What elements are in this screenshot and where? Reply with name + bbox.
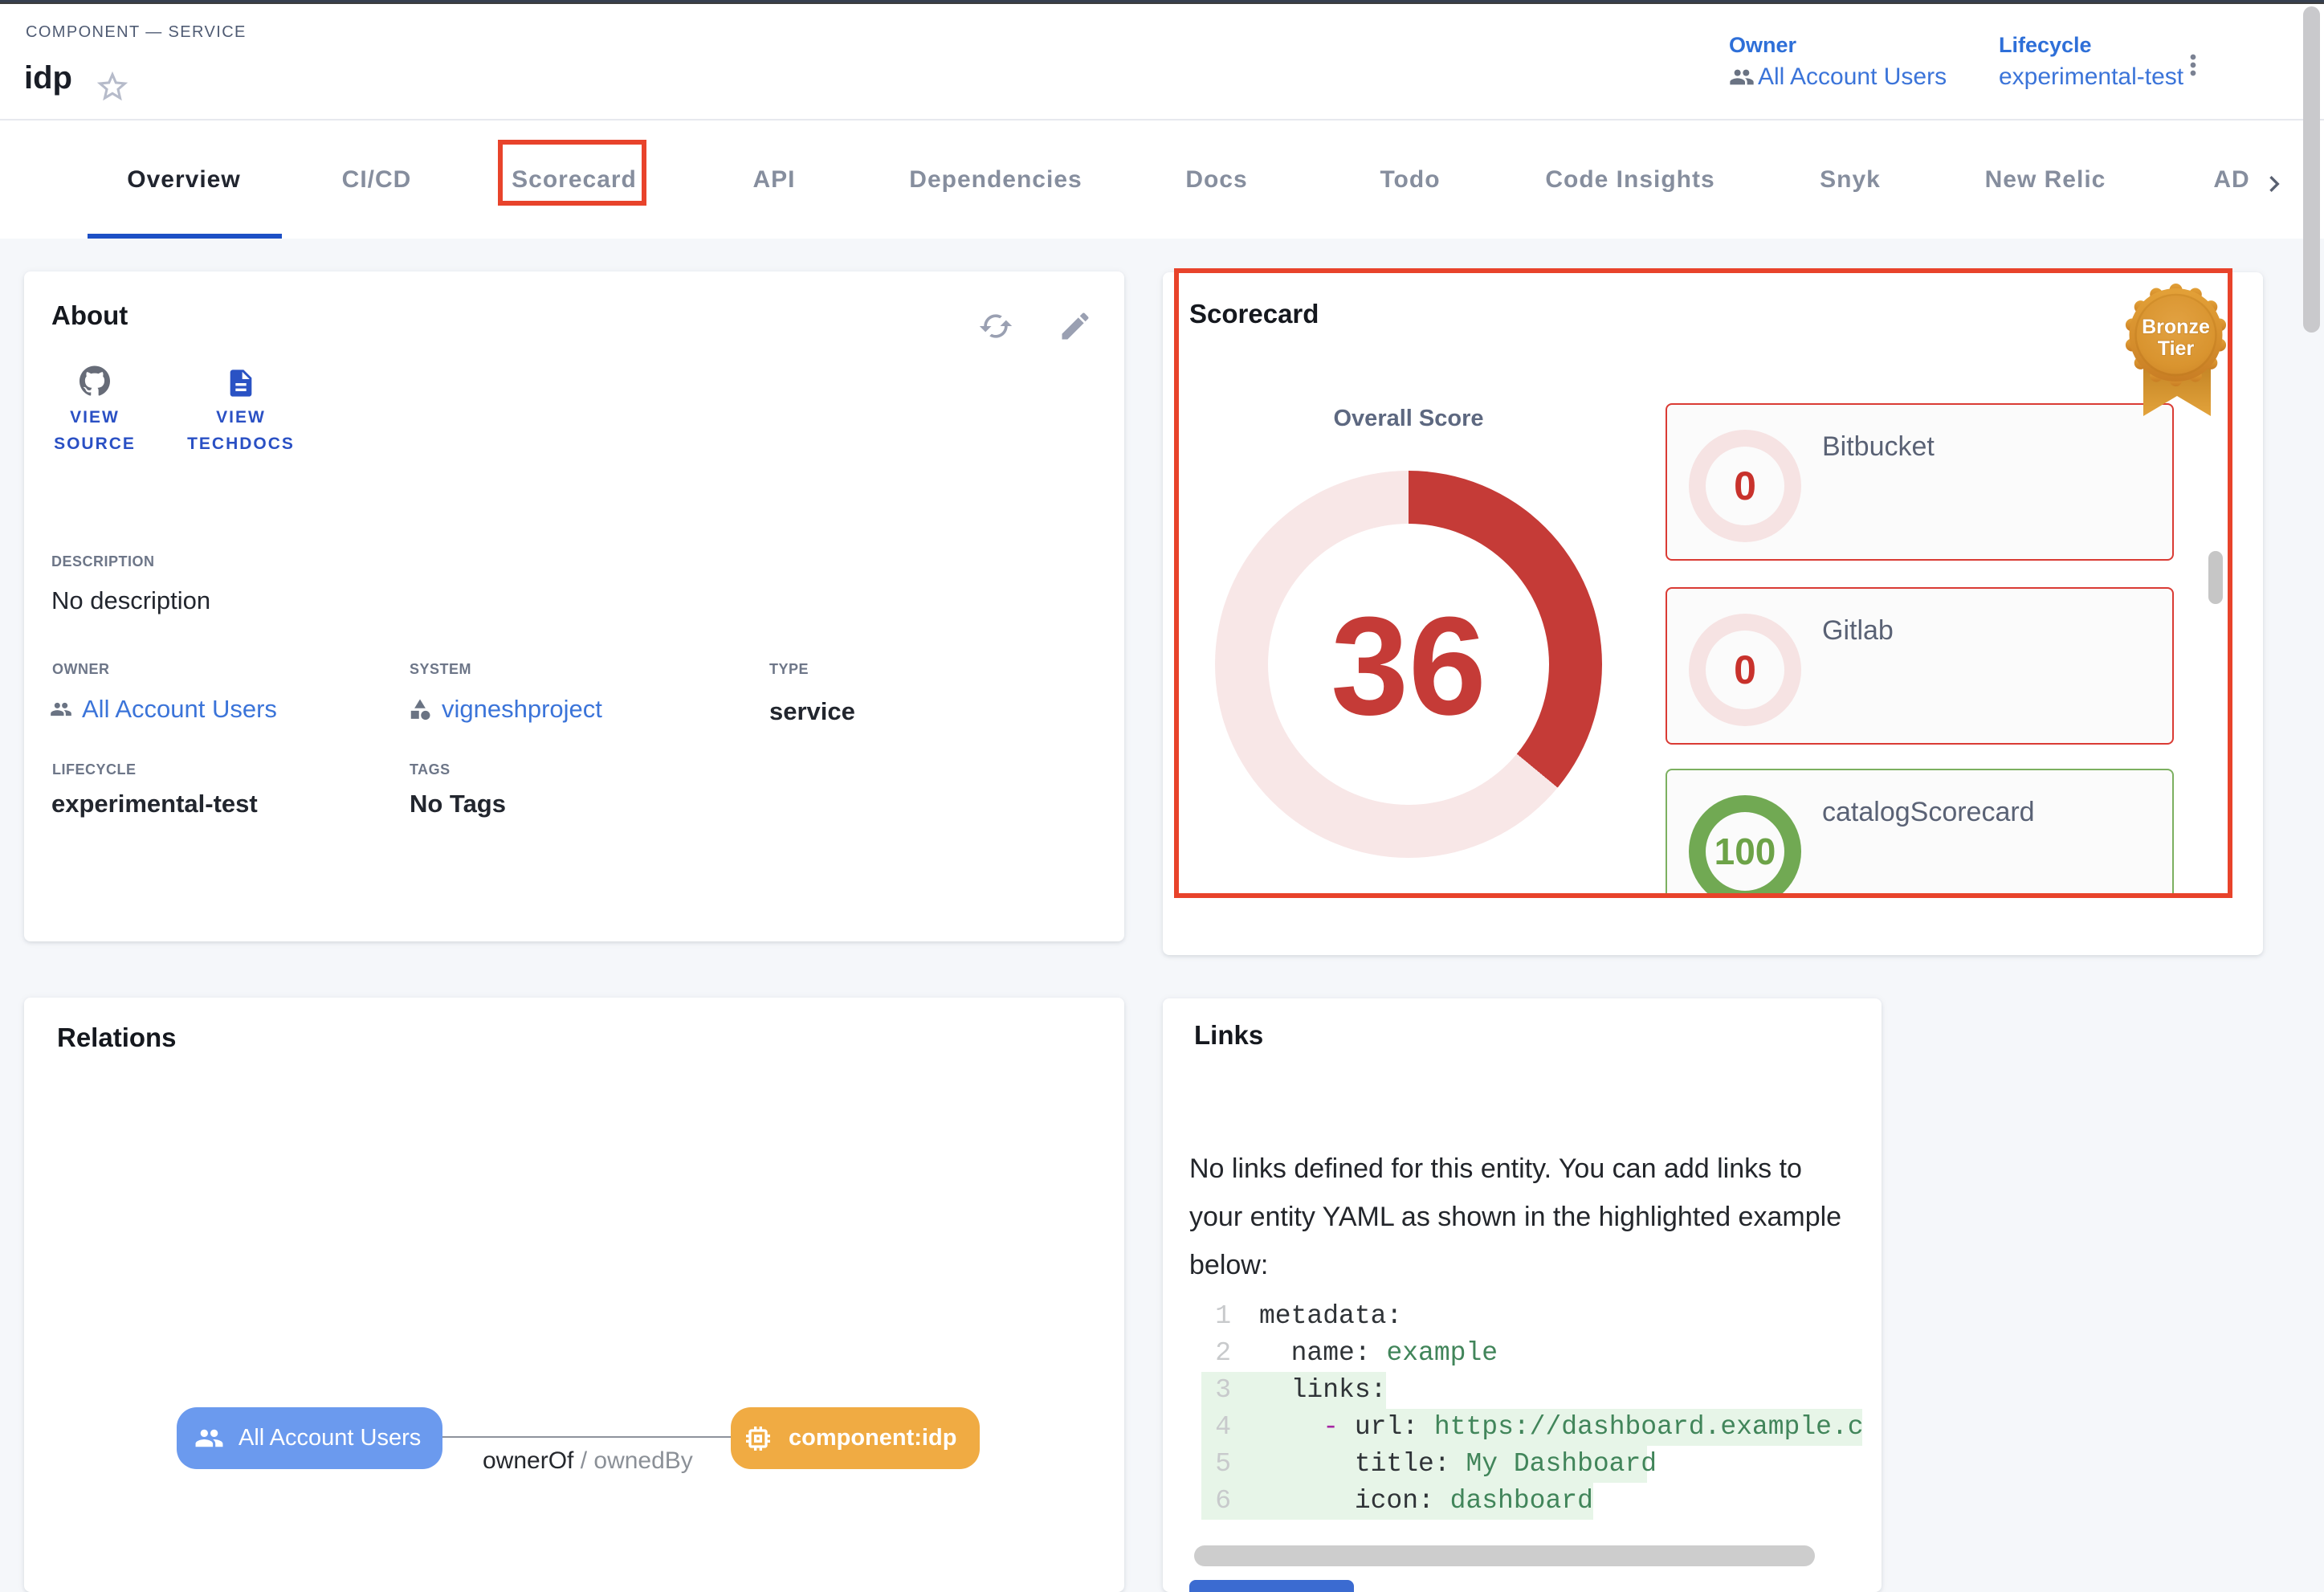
svg-text:Bronze: Bronze xyxy=(2142,316,2210,338)
svg-text:Tier: Tier xyxy=(2158,337,2195,360)
